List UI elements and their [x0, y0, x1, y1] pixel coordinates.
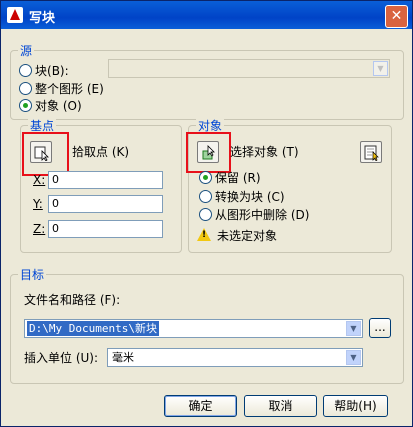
quick-select-button[interactable] [360, 141, 382, 163]
y-input[interactable]: 0 [48, 195, 163, 213]
block-name-combo[interactable]: ▼ [108, 59, 390, 78]
radio-convert-to-block[interactable]: 转换为块 (C) [199, 189, 285, 205]
chevron-down-icon[interactable]: ▼ [346, 321, 361, 336]
z-input[interactable]: 0 [48, 220, 163, 238]
radio-indicator [19, 99, 32, 112]
radio-entire-drawing[interactable]: 整个图形 (E) [19, 81, 104, 97]
filename-value: D:\My Documents\新块 [27, 321, 159, 336]
radio-retain[interactable]: 保留 (R) [199, 170, 261, 186]
radio-indicator [199, 190, 212, 203]
highlight-box-select [186, 132, 231, 173]
x-input[interactable]: 0 [48, 171, 163, 189]
radio-indicator [19, 82, 32, 95]
z-label: Z: [33, 222, 46, 236]
chevron-down-icon[interactable]: ▼ [346, 350, 361, 365]
autocad-app-icon [7, 7, 23, 23]
insert-units-combo[interactable]: 毫米 ▼ [107, 348, 363, 367]
highlight-box-pick [22, 132, 69, 176]
source-group-label: 源 [18, 42, 35, 59]
filename-combo[interactable]: D:\My Documents\新块 ▼ [24, 319, 363, 338]
dialog-title: 写块 [29, 11, 56, 26]
x-label: X: [33, 173, 46, 187]
pick-point-label: 拾取点 (K) [72, 145, 130, 159]
no-objects-selected-text: 未选定对象 [217, 229, 278, 243]
warning-icon-mark: ! [201, 230, 207, 240]
radio-block[interactable]: 块(B): [19, 63, 69, 79]
radio-indicator [19, 64, 32, 77]
insert-units-label: 插入单位 (U): [24, 351, 99, 365]
radio-indicator [199, 208, 212, 221]
title-bar[interactable]: 写块 ✕ [1, 1, 412, 29]
insert-units-value: 毫米 [112, 351, 134, 364]
browse-button[interactable]: ... [369, 318, 391, 338]
select-objects-label: 选择对象 (T) [230, 145, 299, 159]
ok-button[interactable]: 确定 [164, 395, 237, 417]
radio-indicator [199, 171, 212, 184]
radio-delete-from-drawing[interactable]: 从图形中删除 (D) [199, 207, 309, 223]
close-button[interactable]: ✕ [385, 5, 408, 28]
write-block-dialog: 写块 ✕ 源 块(B): ▼ 整个图形 (E) 对象 (O) 基点 拾取点 (K… [0, 0, 413, 427]
quick-select-icon [364, 145, 379, 161]
chevron-down-icon[interactable]: ▼ [373, 61, 388, 76]
filename-label: 文件名和路径 (F): [24, 293, 121, 307]
target-group-label: 目标 [18, 266, 47, 283]
cancel-button[interactable]: 取消 [244, 395, 317, 417]
y-label: Y: [33, 197, 43, 211]
radio-objects[interactable]: 对象 (O) [19, 98, 82, 114]
help-button[interactable]: 帮助(H) [323, 395, 388, 417]
